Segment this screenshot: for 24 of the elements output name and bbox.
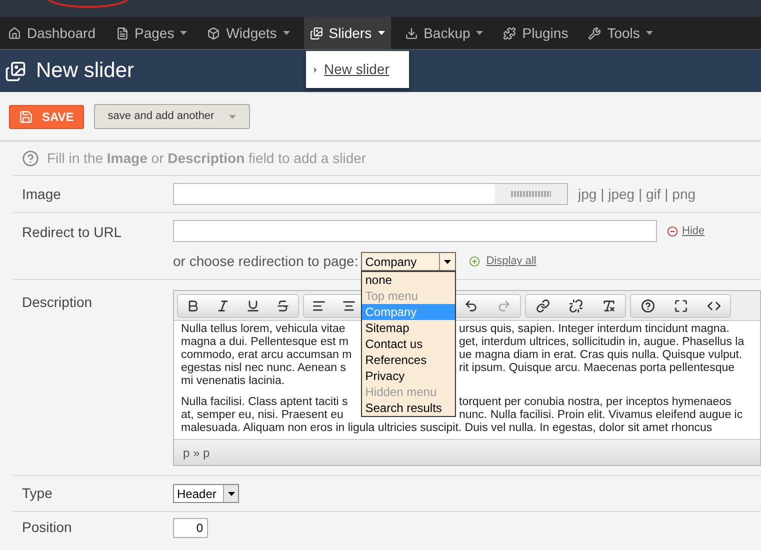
editor-text: Nulla facilisi. Class aptent taciti s bbox=[181, 396, 349, 409]
editor-text: nunc. Nulla facilisi. Proin elit. Vivamus eleifend augue ic bbox=[459, 409, 743, 422]
field-label: Image bbox=[21, 184, 62, 204]
page-title: New slider bbox=[36, 58, 134, 84]
editor-text: commodo, erat arcu accumsan m bbox=[181, 349, 353, 362]
editor-text: at, semper eu, nisi. Praesent eu bbox=[181, 409, 344, 422]
format-hint: jpg | jpeg | gif | png bbox=[578, 184, 696, 204]
editor-text: Nulla tellus lorem, vehicula vitae bbox=[181, 323, 346, 336]
field-label: Description bbox=[21, 293, 94, 312]
editor-text: rit ipsum. Quisque arcu. Maecenas porta pellentesque bbox=[459, 362, 735, 375]
editor-text: malesuada. Aliquam non eros in ligula ultricies suscipit. Duis vel nulla. In egestas, dolor sit amet rhoncus bbox=[181, 422, 712, 435]
hint-text: Fill in the Image or Description field to add a slider bbox=[47, 149, 366, 168]
choose-label: or choose redirection to page: bbox=[173, 252, 358, 271]
editor-text: torquent per conubia nostra, per inceptos hymenaeos bbox=[459, 396, 732, 409]
editor-text: magna a dui. Pellentesque est m bbox=[181, 336, 350, 349]
element-path: p » p bbox=[183, 444, 210, 462]
field-label: Position bbox=[21, 518, 73, 537]
editor-text: ursus quis, sapien. Integer interdum tincidunt magna. bbox=[459, 323, 730, 336]
field-label: Redirect to URL bbox=[21, 223, 123, 242]
editor-text: mi venenatis lacinia. bbox=[181, 375, 285, 388]
editor-text: get, interdum ultrices, sollicitudin in, augue. Phasellus la bbox=[459, 336, 744, 349]
editor-text: egestas nisl nec nunc. Aenean s bbox=[181, 362, 347, 375]
field-label: Type bbox=[21, 484, 54, 503]
editor-text: ue magna diam in erat. Cras quis nulla. Quisque vulput. bbox=[459, 349, 742, 362]
